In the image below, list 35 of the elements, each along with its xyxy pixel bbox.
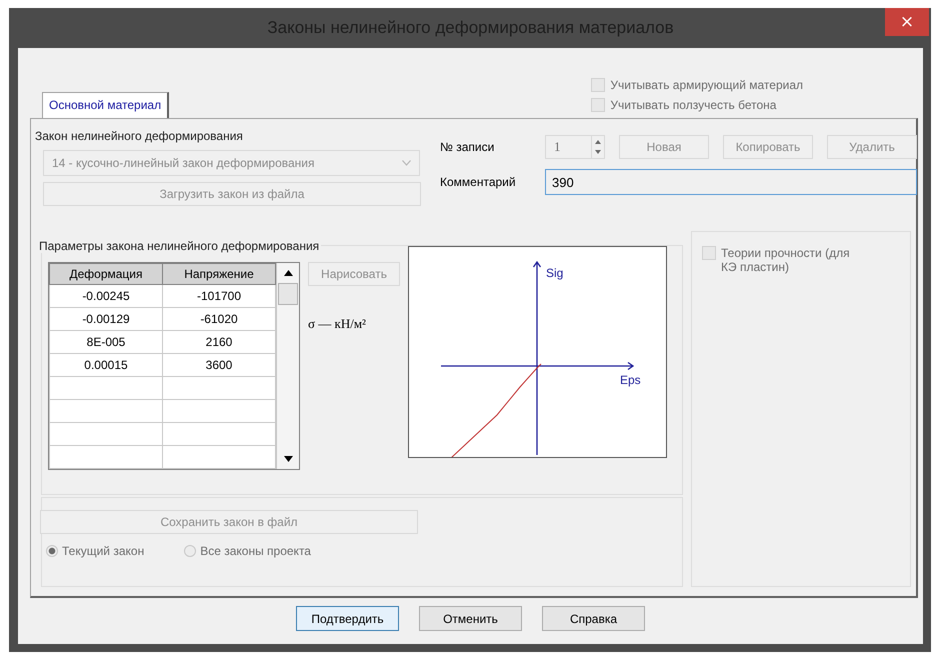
close-button[interactable]: × [885,8,929,36]
column-header: Деформация [50,264,162,284]
field-label: № записи [440,140,496,154]
radio-button[interactable] [46,545,58,557]
table-cell: 3600 [162,354,276,376]
units-label: σ — кН/м² [308,316,367,332]
spinner-arrows-icon[interactable] [591,136,604,158]
column-header: Напряжение [162,264,276,284]
checkbox-label: Теории прочности (для КЭ пластин) [721,246,851,274]
radio-label: Все законы проекта [200,544,311,558]
field-label: Закон нелинейного деформирования [35,129,244,143]
comment-field[interactable]: 390 [545,169,917,195]
table-cell: -0.00245 [50,284,162,308]
radio-label: Текущий закон [62,544,144,558]
checkbox-label: Учитывать ползучесть бетона [610,98,776,112]
scrollbar[interactable] [276,263,299,469]
table-cell: 8E-005 [50,330,162,354]
group-title: Параметры закона нелинейного деформирования [37,239,322,253]
chevron-icon [402,160,411,166]
table-cell: 2160 [162,330,276,354]
field-label: Комментарий [440,175,517,189]
table-cell: -0.00129 [50,308,162,330]
table-cell: -61020 [162,308,276,330]
record-spinner[interactable]: 1 [545,135,605,159]
axis-label: Sig [546,266,564,280]
table-cell: 0.00015 [50,354,162,376]
dialog-button[interactable]: Справка [542,606,645,631]
checkbox-label: Учитывать армирующий материал [610,78,803,92]
dialog-button[interactable]: Подтвердить [296,606,399,631]
axis-label: Eps [620,373,641,387]
table-cell: -101700 [162,284,276,308]
radio-button[interactable] [184,545,196,557]
tab[interactable]: Основной материал [42,92,170,118]
dialog-button[interactable]: Отменить [419,606,522,631]
scroll-thumb[interactable] [278,283,298,305]
